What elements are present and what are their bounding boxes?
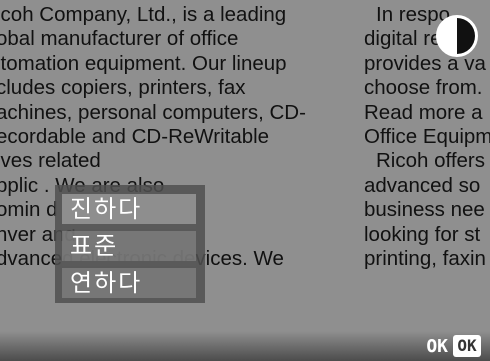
document-line: looking for st [364, 222, 481, 246]
contrast-option-light[interactable]: 연하다 [62, 268, 196, 298]
contrast-option-standard[interactable]: 표준 [62, 231, 196, 266]
ok-hint-label: OK [426, 336, 448, 357]
contrast-icon [436, 15, 478, 57]
document-line: advanced so [364, 173, 481, 197]
contrast-option-label: 진하다 [70, 195, 143, 223]
document-line: Ricoh offers [376, 149, 486, 173]
document-line: ives related [0, 149, 101, 173]
bottom-bar: OK OK [0, 331, 490, 361]
menu-separator [62, 261, 196, 266]
document-line: choose from. [364, 76, 483, 100]
contrast-icon-dark-half [457, 18, 475, 54]
menu-separator [62, 224, 196, 229]
document-line: ecordable and CD-ReWritable [0, 124, 270, 148]
document-line: itomation equipment. Our lineup [0, 51, 287, 75]
contrast-menu: 진하다 표준 연하다 [55, 185, 205, 303]
document-line: business nee [364, 198, 485, 222]
document-line: obal manufacturer of office [0, 27, 239, 51]
document-line: cludes copiers, printers, fax [0, 76, 246, 100]
contrast-option-label: 연하다 [70, 269, 143, 297]
document-line: achines, personal computers, CD- [0, 100, 306, 124]
document-line: Office Equipm [364, 124, 490, 148]
contrast-option-label: 표준 [70, 232, 119, 260]
document-line: provides a va [364, 51, 486, 75]
document-line: icoh Company, Ltd., is a leading [0, 3, 287, 26]
document-line: printing, faxin [364, 246, 486, 270]
document-line: Read more a [364, 100, 483, 124]
ok-button[interactable]: OK [453, 335, 481, 357]
contrast-option-dark[interactable]: 진하다 [62, 194, 196, 229]
camera-screen: icoh Company, Ltd., is a leading obal ma… [0, 0, 490, 361]
